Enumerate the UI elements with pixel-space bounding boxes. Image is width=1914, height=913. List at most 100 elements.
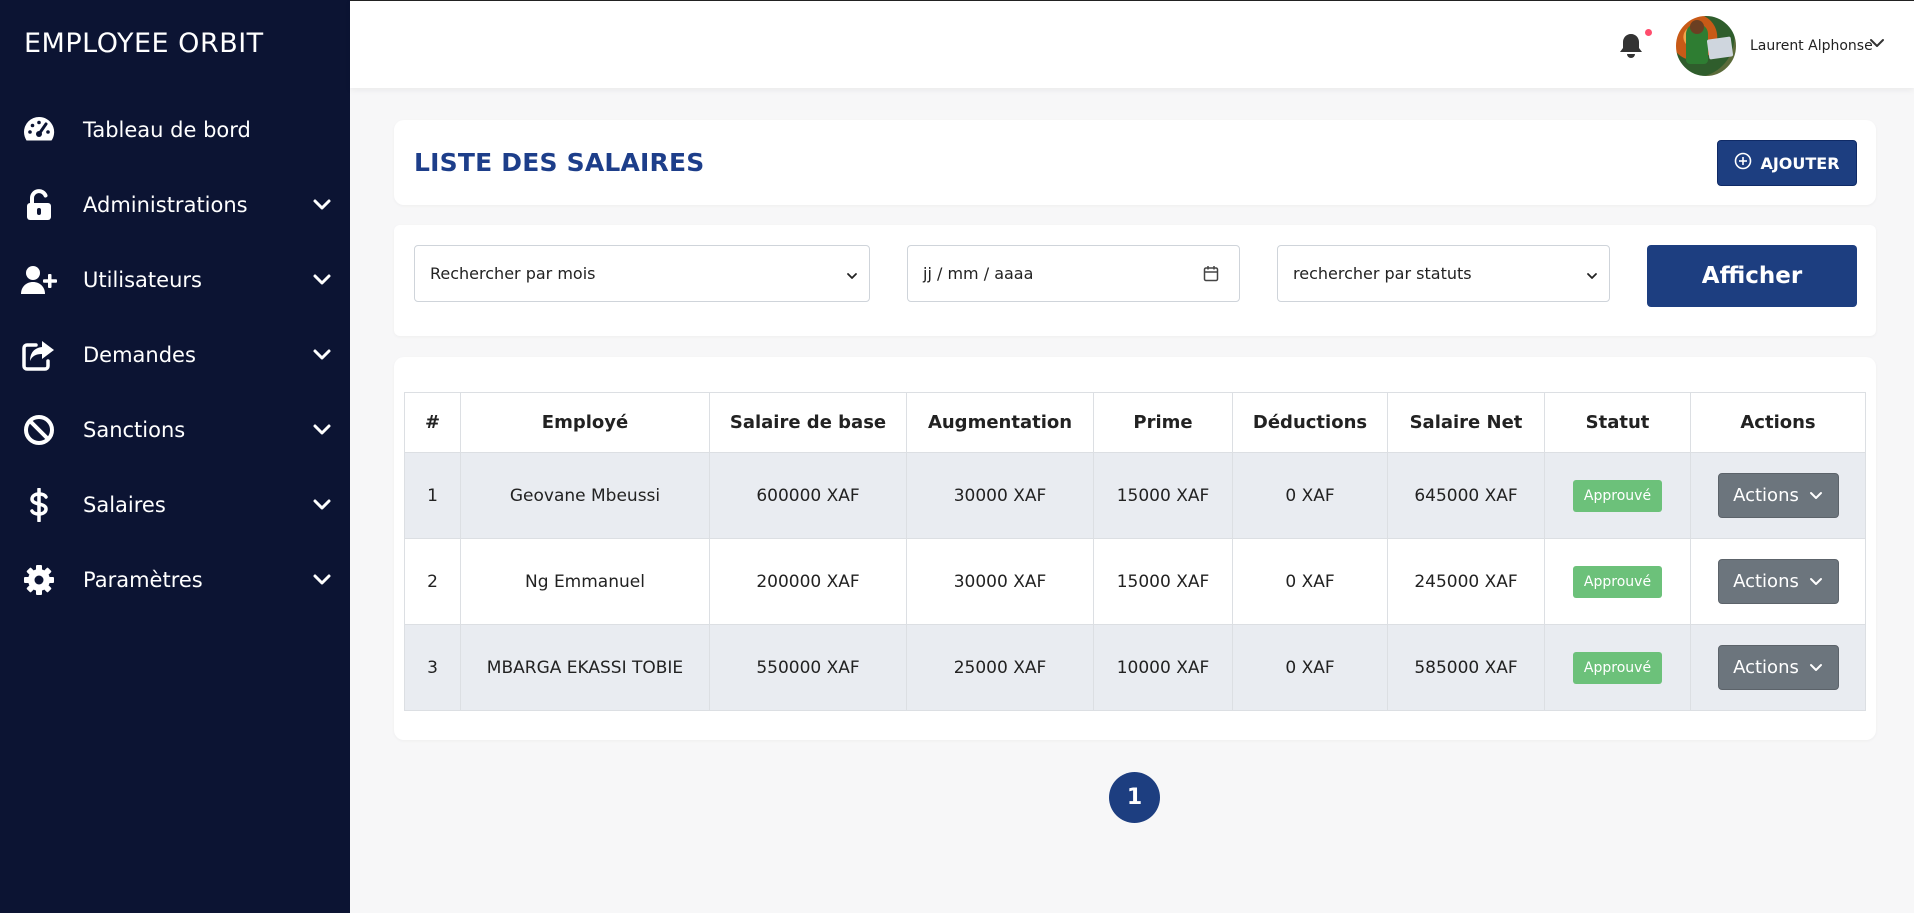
column-header: #: [404, 392, 461, 453]
chevron-down-icon: [310, 418, 334, 442]
cell-bonus: 15000 XAF: [1093, 452, 1233, 539]
cell-number: 1: [404, 452, 461, 539]
column-header: Employé: [460, 392, 710, 453]
column-header: Salaire de base: [709, 392, 907, 453]
actions-dropdown-button[interactable]: Actions: [1717, 559, 1839, 604]
sidebar: EMPLOYEE ORBIT Tableau de bord Administr…: [0, 0, 350, 913]
column-header: Prime: [1093, 392, 1233, 453]
salary-table-card: # Employé Salaire de base Augmentation P…: [394, 357, 1876, 740]
chevron-down-icon: [310, 193, 334, 217]
cell-raise: 30000 XAF: [906, 538, 1094, 625]
sidebar-item-label: Demandes: [83, 342, 196, 367]
chevron-down-icon[interactable]: [1868, 34, 1886, 52]
cell-base-salary: 600000 XAF: [709, 452, 907, 539]
user-name[interactable]: Laurent Alphonse: [1750, 38, 1873, 54]
pagination-page-button[interactable]: 1: [1109, 772, 1160, 823]
chevron-down-icon: [1809, 485, 1823, 506]
sidebar-nav: Tableau de bord Administrations Utilisat…: [0, 92, 350, 617]
page-header-card: LISTE DES SALAIRES AJOUTER: [394, 120, 1876, 205]
sidebar-item-label: Utilisateurs: [83, 267, 202, 292]
cell-net-salary: 245000 XAF: [1387, 538, 1545, 625]
notification-dot: [1645, 29, 1652, 36]
sidebar-item-label: Sanctions: [83, 417, 186, 442]
logo-text: EMPLOYEE ORBIT: [24, 28, 264, 59]
filter-card: Rechercher par mois jj / mm / aaaa reche…: [394, 225, 1876, 336]
sidebar-item-label: Salaires: [83, 492, 166, 517]
actions-dropdown-button[interactable]: Actions: [1717, 473, 1839, 518]
column-header: Augmentation: [906, 392, 1094, 453]
sidebar-item-administrations[interactable]: Administrations: [0, 167, 350, 242]
cell-base-salary: 550000 XAF: [709, 624, 907, 711]
cell-raise: 30000 XAF: [906, 452, 1094, 539]
dollar-icon: [20, 486, 58, 524]
sidebar-item-sanctions[interactable]: Sanctions: [0, 392, 350, 467]
column-header: Salaire Net: [1387, 392, 1545, 453]
status-select-value: rechercher par statuts: [1293, 264, 1472, 283]
month-select-value: Rechercher par mois: [430, 264, 596, 283]
status-select[interactable]: rechercher par statuts: [1277, 245, 1610, 302]
sidebar-item-parametres[interactable]: Paramètres: [0, 542, 350, 617]
cell-number: 2: [404, 538, 461, 625]
add-button[interactable]: AJOUTER: [1717, 140, 1857, 186]
actions-label: Actions: [1733, 485, 1799, 506]
sidebar-item-dashboard[interactable]: Tableau de bord: [0, 92, 350, 167]
status-badge: Approuvé: [1572, 651, 1663, 684]
cell-status: Approuvé: [1544, 538, 1691, 625]
cell-deductions: 0 XAF: [1232, 624, 1388, 711]
sidebar-item-label: Paramètres: [83, 567, 203, 592]
table-row: 3 MBARGA EKASSI TOBIE 550000 XAF 25000 X…: [404, 624, 1866, 711]
user-plus-icon: [20, 261, 58, 299]
dashboard-gauge-icon: [20, 111, 58, 149]
sidebar-item-salaires[interactable]: Salaires: [0, 467, 350, 542]
cell-bonus: 15000 XAF: [1093, 538, 1233, 625]
date-field-placeholder: jj / mm / aaaa: [923, 264, 1034, 283]
cell-employee: MBARGA EKASSI TOBIE: [460, 624, 710, 711]
column-header: Déductions: [1232, 392, 1388, 453]
table-row: 2 Ng Emmanuel 200000 XAF 30000 XAF 15000…: [404, 538, 1866, 625]
chevron-down-icon: [1585, 268, 1599, 282]
cell-status: Approuvé: [1544, 624, 1691, 711]
table-row: 1 Geovane Mbeussi 600000 XAF 30000 XAF 1…: [404, 452, 1866, 539]
month-select[interactable]: Rechercher par mois: [414, 245, 870, 302]
chevron-down-icon: [845, 268, 859, 282]
cell-actions: Actions: [1690, 452, 1866, 539]
cell-actions: Actions: [1690, 538, 1866, 625]
salary-table: # Employé Salaire de base Augmentation P…: [404, 392, 1866, 711]
avatar[interactable]: [1674, 14, 1738, 78]
calendar-icon[interactable]: [1203, 265, 1219, 282]
chevron-down-icon: [1809, 657, 1823, 678]
cell-employee: Geovane Mbeussi: [460, 452, 710, 539]
sidebar-item-demandes[interactable]: Demandes: [0, 317, 350, 392]
gear-icon: [20, 561, 58, 599]
sidebar-item-label: Administrations: [83, 192, 248, 217]
app-logo[interactable]: EMPLOYEE ORBIT: [24, 28, 264, 59]
status-badge: Approuvé: [1572, 565, 1663, 598]
share-out-icon: [20, 336, 58, 374]
status-badge: Approuvé: [1572, 479, 1663, 512]
ban-icon: [20, 411, 58, 449]
column-header: Statut: [1544, 392, 1691, 453]
cell-bonus: 10000 XAF: [1093, 624, 1233, 711]
chevron-down-icon: [1809, 571, 1823, 592]
unlock-icon: [20, 186, 58, 224]
cell-net-salary: 645000 XAF: [1387, 452, 1545, 539]
page-title: LISTE DES SALAIRES: [414, 148, 705, 177]
bell-icon[interactable]: [1618, 32, 1644, 60]
column-header: Actions: [1690, 392, 1866, 453]
actions-dropdown-button[interactable]: Actions: [1717, 645, 1839, 690]
cell-status: Approuvé: [1544, 452, 1691, 539]
cell-employee: Ng Emmanuel: [460, 538, 710, 625]
cell-net-salary: 585000 XAF: [1387, 624, 1545, 711]
cell-number: 3: [404, 624, 461, 711]
cell-deductions: 0 XAF: [1232, 538, 1388, 625]
show-button[interactable]: Afficher: [1647, 245, 1857, 307]
add-button-label: AJOUTER: [1760, 153, 1840, 173]
cell-raise: 25000 XAF: [906, 624, 1094, 711]
cell-deductions: 0 XAF: [1232, 452, 1388, 539]
plus-circle-icon: [1734, 152, 1752, 174]
sidebar-item-utilisateurs[interactable]: Utilisateurs: [0, 242, 350, 317]
actions-label: Actions: [1733, 571, 1799, 592]
date-field[interactable]: jj / mm / aaaa: [907, 245, 1240, 302]
cell-actions: Actions: [1690, 624, 1866, 711]
cell-base-salary: 200000 XAF: [709, 538, 907, 625]
